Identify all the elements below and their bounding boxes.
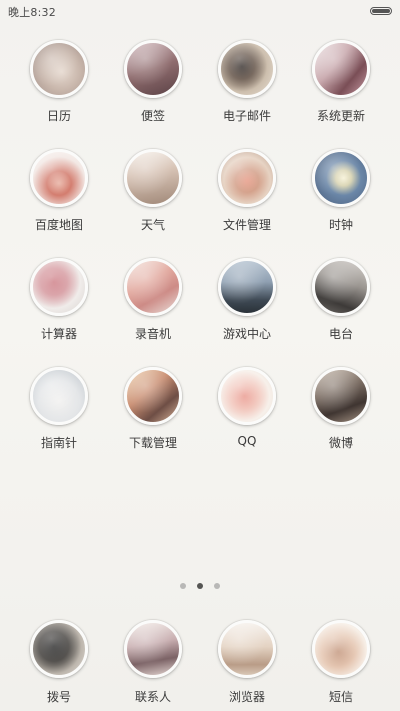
app-contacts[interactable]: 联系人 bbox=[106, 620, 200, 705]
status-bar: 晚上8:32 bbox=[0, 0, 400, 24]
page-indicator bbox=[0, 583, 400, 589]
page-dot[interactable] bbox=[180, 583, 186, 589]
app-label: 下载管理 bbox=[128, 436, 177, 450]
app-notes[interactable]: 便签 bbox=[106, 40, 200, 149]
dialer-icon[interactable] bbox=[30, 620, 88, 678]
app-label: 指南针 bbox=[40, 436, 77, 450]
app-browser[interactable]: 浏览器 bbox=[200, 620, 294, 705]
download-manager-icon[interactable] bbox=[124, 367, 182, 425]
email-icon[interactable] bbox=[218, 40, 276, 98]
app-label: 日历 bbox=[46, 109, 71, 123]
app-qq[interactable]: QQ bbox=[200, 367, 294, 476]
weibo-icon[interactable] bbox=[312, 367, 370, 425]
home-app-grid: 日历 便签 电子邮件 系统更新 百度地图 天气 文件管理 时钟 计算器 录音机 … bbox=[12, 40, 388, 476]
app-label: QQ bbox=[237, 434, 257, 448]
app-label: 电子邮件 bbox=[222, 109, 271, 123]
sms-icon[interactable] bbox=[312, 620, 370, 678]
app-file-manager[interactable]: 文件管理 bbox=[200, 149, 294, 258]
calendar-icon[interactable] bbox=[30, 40, 88, 98]
dock: 拨号 联系人 浏览器 短信 bbox=[12, 620, 388, 705]
app-dialer[interactable]: 拨号 bbox=[12, 620, 106, 705]
status-time: 晚上8:32 bbox=[8, 6, 56, 19]
app-label: 联系人 bbox=[134, 690, 171, 704]
app-label: 浏览器 bbox=[228, 690, 265, 704]
app-game-center[interactable]: 游戏中心 bbox=[200, 258, 294, 367]
app-weather[interactable]: 天气 bbox=[106, 149, 200, 258]
app-system-update[interactable]: 系统更新 bbox=[294, 40, 388, 149]
calculator-icon[interactable] bbox=[30, 258, 88, 316]
app-sms[interactable]: 短信 bbox=[294, 620, 388, 705]
app-label: 短信 bbox=[328, 690, 353, 704]
app-compass[interactable]: 指南针 bbox=[12, 367, 106, 476]
app-label: 百度地图 bbox=[34, 218, 83, 232]
app-label: 便签 bbox=[140, 109, 165, 123]
app-label: 时钟 bbox=[328, 218, 353, 232]
app-label: 录音机 bbox=[134, 327, 171, 341]
page-dot-active[interactable] bbox=[197, 583, 203, 589]
notes-icon[interactable] bbox=[124, 40, 182, 98]
app-email[interactable]: 电子邮件 bbox=[200, 40, 294, 149]
app-label: 电台 bbox=[328, 327, 353, 341]
weather-icon[interactable] bbox=[124, 149, 182, 207]
clock-icon[interactable] bbox=[312, 149, 370, 207]
app-label: 计算器 bbox=[40, 327, 77, 341]
qq-icon[interactable] bbox=[218, 367, 276, 425]
app-label: 拨号 bbox=[46, 690, 71, 704]
app-weibo[interactable]: 微博 bbox=[294, 367, 388, 476]
app-download-manager[interactable]: 下载管理 bbox=[106, 367, 200, 476]
system-update-icon[interactable] bbox=[312, 40, 370, 98]
app-radio[interactable]: 电台 bbox=[294, 258, 388, 367]
app-clock[interactable]: 时钟 bbox=[294, 149, 388, 258]
radio-icon[interactable] bbox=[312, 258, 370, 316]
baidu-map-icon[interactable] bbox=[30, 149, 88, 207]
page-dot[interactable] bbox=[214, 583, 220, 589]
app-recorder[interactable]: 录音机 bbox=[106, 258, 200, 367]
file-manager-icon[interactable] bbox=[218, 149, 276, 207]
app-label: 天气 bbox=[140, 218, 165, 232]
app-label: 文件管理 bbox=[222, 218, 271, 232]
app-calculator[interactable]: 计算器 bbox=[12, 258, 106, 367]
browser-icon[interactable] bbox=[218, 620, 276, 678]
game-center-icon[interactable] bbox=[218, 258, 276, 316]
battery-level bbox=[372, 9, 390, 13]
battery-icon bbox=[370, 7, 392, 15]
app-label: 微博 bbox=[328, 436, 353, 450]
contacts-icon[interactable] bbox=[124, 620, 182, 678]
app-label: 系统更新 bbox=[316, 109, 365, 123]
app-label: 游戏中心 bbox=[222, 327, 271, 341]
app-baidu-map[interactable]: 百度地图 bbox=[12, 149, 106, 258]
app-calendar[interactable]: 日历 bbox=[12, 40, 106, 149]
recorder-icon[interactable] bbox=[124, 258, 182, 316]
compass-icon[interactable] bbox=[30, 367, 88, 425]
